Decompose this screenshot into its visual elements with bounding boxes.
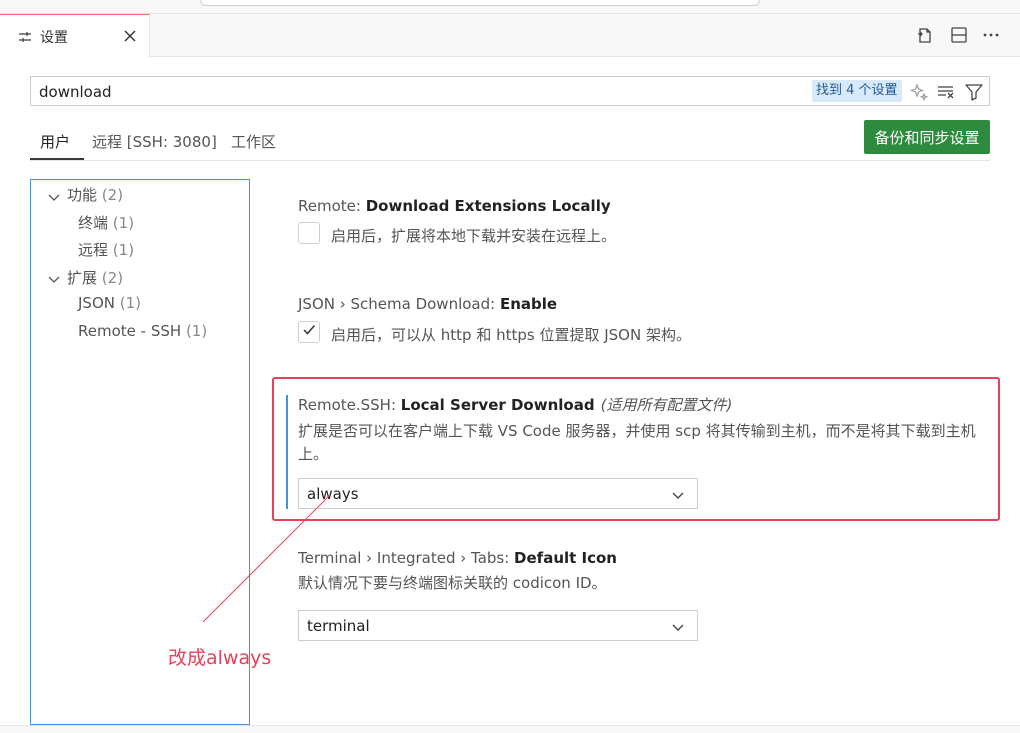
chevron-down-icon[interactable] [48, 270, 60, 283]
setting-category: Terminal › Integrated › Tabs: [298, 549, 515, 567]
toc-label: 终端 [78, 214, 109, 232]
title-bar [0, 0, 1020, 14]
toc-item-features[interactable]: 功能 (2) [67, 184, 123, 205]
checkbox-label: 启用后，扩展将本地下载并安装在远程上。 [331, 227, 617, 245]
setting-checkbox[interactable] [298, 321, 320, 343]
toc-label: Remote - SSH [78, 322, 182, 340]
setting-title: Remote: Download Extensions Locally [298, 197, 998, 215]
toc-count: (1) [112, 214, 135, 232]
split-editor-icon[interactable] [949, 25, 969, 45]
setting-title: JSON › Schema Download: Enable [298, 295, 998, 313]
result-count-badge: 找到 4 个设置 [812, 80, 902, 102]
toc-item-extensions[interactable]: 扩展 (2) [67, 267, 123, 288]
toc-count: (1) [112, 241, 135, 259]
settings-search-input[interactable]: download 找到 4 个设置 [30, 76, 990, 106]
settings-sliders-icon [18, 29, 32, 43]
toc-count: (2) [101, 269, 124, 287]
setting-category: Remote: [298, 197, 366, 215]
annotation-highlight-box [272, 377, 1000, 521]
default-icon-select[interactable]: terminal [298, 610, 698, 641]
annotation-label: 改成always [168, 647, 272, 669]
checkbox-label: 启用后，可以从 http 和 https 位置提取 JSON 架构。 [331, 326, 691, 344]
check-icon [301, 322, 317, 342]
bottom-border [0, 725, 1020, 733]
setting-terminal-tabs-default-icon: Terminal › Integrated › Tabs: Default Ic… [298, 549, 998, 644]
sparkle-icon[interactable] [909, 82, 929, 102]
chevron-down-icon[interactable] [48, 188, 60, 201]
select-value: terminal [307, 617, 370, 635]
toc-count: (1) [185, 322, 208, 340]
more-actions-icon[interactable] [981, 25, 1001, 45]
toc-label: 功能 [67, 186, 98, 204]
tab-user[interactable]: 用户 [40, 131, 70, 152]
toc-count: (1) [119, 294, 142, 312]
tab-remote[interactable]: 远程 [SSH: 3080] [92, 131, 217, 152]
toc-label: JSON [78, 294, 115, 312]
open-json-icon[interactable] [915, 25, 935, 45]
toc-item-remote-ssh[interactable]: Remote - SSH (1) [78, 322, 207, 340]
toc-item-remote[interactable]: 远程 (1) [78, 239, 134, 260]
setting-name: Download Extensions Locally [365, 197, 611, 215]
tab-settings[interactable]: 设置 [0, 14, 150, 58]
clear-filter-icon[interactable] [936, 82, 956, 102]
toc-item-json[interactable]: JSON (1) [78, 294, 141, 312]
backup-sync-button[interactable]: 备份和同步设置 [864, 120, 990, 154]
command-center[interactable] [200, 0, 760, 6]
active-tab-indicator [30, 158, 84, 160]
setting-title: Terminal › Integrated › Tabs: Default Ic… [298, 549, 998, 567]
setting-name: Enable [499, 295, 558, 313]
toc-label: 远程 [78, 241, 109, 259]
tab-label: 设置 [40, 30, 68, 46]
toc-count: (2) [101, 186, 124, 204]
toc-label: 扩展 [67, 269, 98, 287]
setting-category: JSON › Schema Download: [298, 295, 500, 313]
search-value: download [39, 83, 112, 101]
tab-workspace[interactable]: 工作区 [231, 131, 276, 152]
setting-name: Default Icon [514, 549, 617, 567]
close-icon[interactable] [123, 28, 137, 42]
chevron-down-icon [671, 619, 685, 633]
filter-icon[interactable] [964, 82, 984, 102]
toc-item-terminal[interactable]: 终端 (1) [78, 212, 134, 233]
setting-remote-download-extensions-locally: Remote: Download Extensions Locally 启用后，… [298, 197, 998, 257]
editor-tab-bar: 设置 [0, 14, 1020, 58]
setting-checkbox[interactable] [298, 222, 320, 244]
setting-description: 默认情况下要与终端图标关联的 codicon ID。 [298, 574, 607, 592]
settings-scope-tabs: 用户 远程 [SSH: 3080] 工作区 备份和同步设置 [30, 120, 990, 161]
setting-json-schema-download-enable: JSON › Schema Download: Enable 启用后，可以从 h… [298, 295, 998, 355]
